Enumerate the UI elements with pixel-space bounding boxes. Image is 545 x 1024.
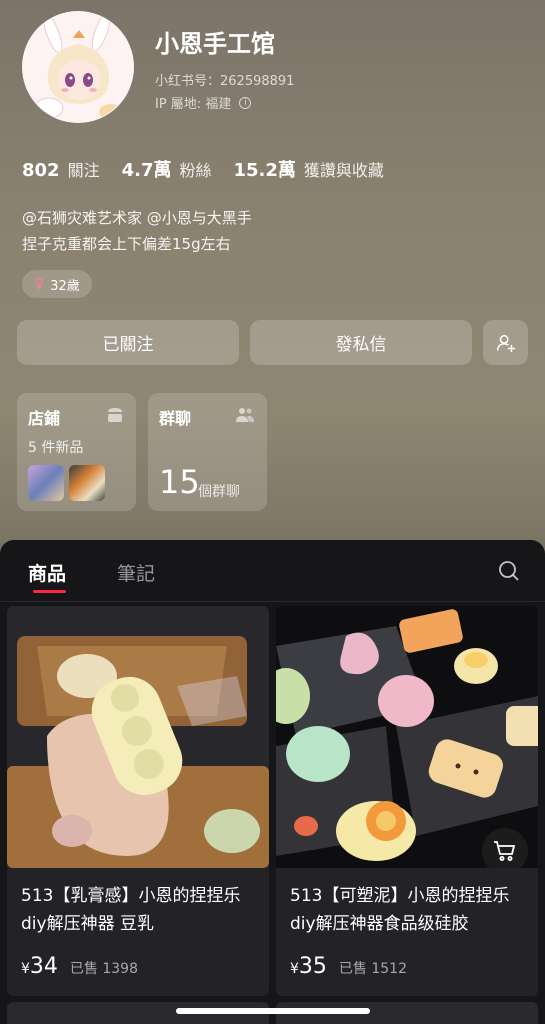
stat-likes-label: 獲讚與收藏: [303, 161, 384, 180]
product-price-row: ¥35 已售 1512: [290, 954, 407, 979]
tab-goods[interactable]: 商品: [28, 559, 66, 586]
stat-following-label: 關注: [67, 161, 100, 180]
info-icon[interactable]: i: [239, 96, 252, 109]
shop-icon: [106, 407, 124, 427]
group-card-title: 群聊: [159, 409, 192, 428]
product-price: 35: [298, 954, 327, 979]
product-price-row: ¥34 已售 1398: [21, 954, 138, 979]
shop-card[interactable]: 店鋪 5 件新品: [17, 393, 136, 511]
group-count-label: 個群聊: [198, 484, 240, 500]
price-symbol: ¥: [290, 961, 299, 977]
add-user-icon: [496, 334, 515, 352]
cart-icon: [494, 841, 516, 861]
age-tag: ♀ 32歲: [22, 270, 92, 298]
product-title: 513【乳膏感】小恩的捏捏乐diy解压神器 豆乳: [21, 886, 241, 934]
stat-likes[interactable]: 15.2萬 獲讚與收藏: [234, 156, 384, 182]
ip-location-text: IP 屬地: 福建: [155, 97, 232, 112]
profile-name: 小恩手工馆: [155, 30, 275, 58]
bio: @石狮灾难艺术家 @小恩与大黑手 捏子克重都会上下偏差15g左右: [22, 205, 252, 257]
search-icon[interactable]: [497, 559, 521, 587]
sold-count: 已售 1512: [338, 961, 408, 977]
group-count: 15: [159, 463, 200, 501]
avatar[interactable]: [22, 11, 134, 123]
product-card[interactable]: 513【乳膏感】小恩的捏捏乐diy解压神器 豆乳 ¥34 已售 1398: [7, 606, 269, 996]
content-panel: 商品 筆記 513【乳膏感】小恩的捏捏乐diy解压神器 豆乳 ¥34 已售 13…: [0, 540, 545, 1024]
shop-card-title: 店鋪: [28, 409, 61, 428]
female-icon: ♀: [34, 276, 45, 292]
product-card[interactable]: 513【可塑泥】小恩的捏捏乐diy解压神器食品级硅胶 ¥35 已售 1512: [276, 606, 538, 996]
profile-stats: 802 關注 4.7萬 粉絲 15.2萬 獲讚與收藏: [22, 156, 384, 182]
product-title: 513【可塑泥】小恩的捏捏乐diy解压神器食品级硅胶: [290, 886, 510, 934]
stat-following[interactable]: 802 關注: [22, 157, 100, 181]
age-tag-text: 32歲: [50, 278, 80, 294]
group-icon: [235, 407, 255, 427]
message-button[interactable]: 發私信: [250, 320, 472, 365]
bio-line-1: @石狮灾难艺术家 @小恩与大黑手: [22, 209, 252, 227]
sold-count: 已售 1398: [69, 961, 139, 977]
followed-button[interactable]: 已關注: [17, 320, 239, 365]
shop-card-subtitle: 5 件新品: [28, 440, 84, 456]
ip-location: IP 屬地: 福建 i: [155, 93, 252, 112]
shop-thumbnail: [69, 465, 105, 501]
tab-notes[interactable]: 筆記: [117, 559, 155, 586]
bio-line-2: 捏子克重都会上下偏差15g左右: [22, 235, 231, 253]
stat-followers[interactable]: 4.7萬 粉絲: [122, 156, 212, 182]
shop-thumbnail: [28, 465, 64, 501]
add-to-cart-button[interactable]: [482, 828, 528, 868]
home-indicator[interactable]: [176, 1008, 370, 1014]
stat-following-num: 802: [22, 160, 60, 181]
add-friend-button[interactable]: [483, 320, 528, 365]
tab-underline: [33, 590, 66, 593]
content-tabs: 商品 筆記: [0, 540, 545, 602]
group-chat-card[interactable]: 群聊 15 個群聊: [148, 393, 267, 511]
price-symbol: ¥: [21, 961, 30, 977]
red-id: 小红书号：262598891: [155, 74, 295, 89]
profile-header: 小恩手工馆 小红书号：262598891 IP 屬地: 福建 i 802 關注 …: [0, 0, 545, 540]
stat-followers-num: 4.7萬: [121, 160, 172, 181]
product-price: 34: [29, 954, 58, 979]
product-image: [276, 606, 538, 868]
product-image: [7, 606, 269, 868]
stat-likes-num: 15.2萬: [233, 160, 296, 181]
stat-followers-label: 粉絲: [179, 161, 212, 180]
